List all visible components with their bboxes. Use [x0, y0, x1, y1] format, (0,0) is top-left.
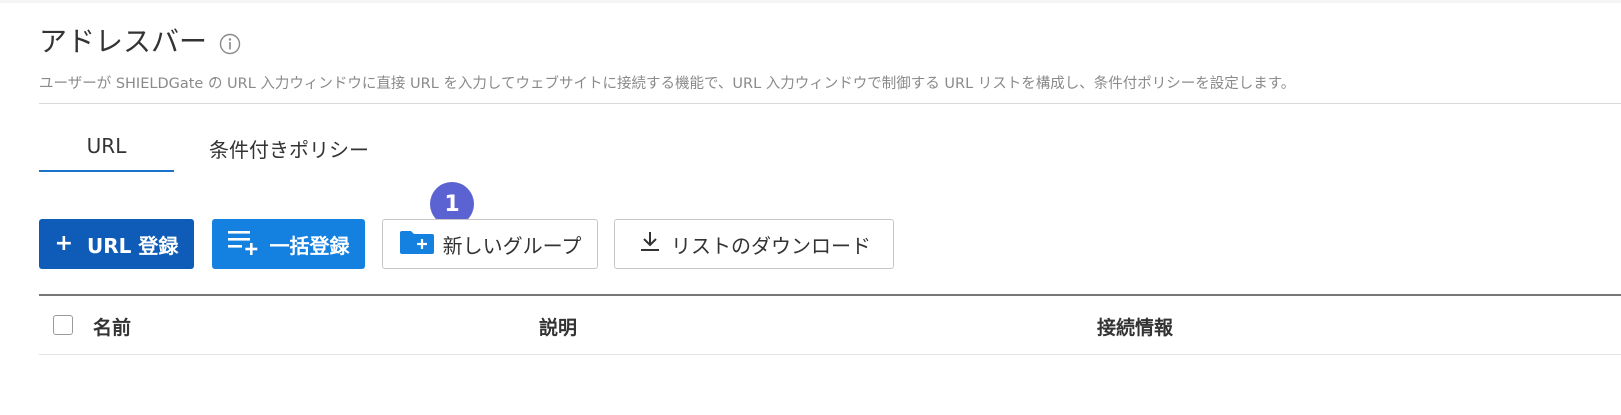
tab-bar: URL 条件付きポリシー — [39, 130, 394, 174]
tab-url[interactable]: URL — [39, 130, 174, 172]
download-list-button[interactable]: リストのダウンロード — [614, 219, 894, 269]
column-header-name[interactable]: 名前 — [93, 313, 131, 340]
step-callout-number: 1 — [444, 191, 460, 217]
plus-icon: + — [54, 231, 74, 256]
url-register-button[interactable]: + URL 登録 — [39, 219, 194, 269]
tab-conditional-policy[interactable]: 条件付きポリシー — [174, 130, 394, 172]
tab-url-label: URL — [86, 134, 127, 158]
select-all-checkbox[interactable] — [53, 315, 73, 335]
table-header: 名前 説明 接続情報 — [39, 296, 1621, 354]
bulk-register-button[interactable]: 一括登録 — [212, 219, 365, 269]
info-icon[interactable] — [219, 29, 241, 55]
table-header-bottom-border — [39, 354, 1621, 355]
header-divider — [39, 103, 1621, 104]
download-list-label: リストのダウンロード — [671, 233, 871, 258]
page-description: ユーザーが SHIELDGate の URL 入力ウィンドウに直接 URL を入… — [39, 76, 1296, 92]
top-strip — [0, 0, 1621, 3]
column-header-connection-info[interactable]: 接続情報 — [1097, 313, 1173, 340]
column-header-description[interactable]: 説明 — [539, 313, 577, 340]
new-group-button[interactable]: 新しいグループ — [382, 219, 598, 269]
download-icon — [637, 230, 663, 259]
folder-plus-icon — [399, 229, 435, 260]
new-group-label: 新しいグループ — [442, 233, 582, 258]
list-add-icon — [227, 228, 262, 261]
tab-conditional-policy-label: 条件付きポリシー — [209, 138, 369, 162]
page-title-row: アドレスバー — [39, 20, 241, 60]
url-register-label: URL 登録 — [87, 233, 179, 258]
page-title: アドレスバー — [39, 25, 208, 58]
bulk-register-label: 一括登録 — [269, 233, 350, 258]
